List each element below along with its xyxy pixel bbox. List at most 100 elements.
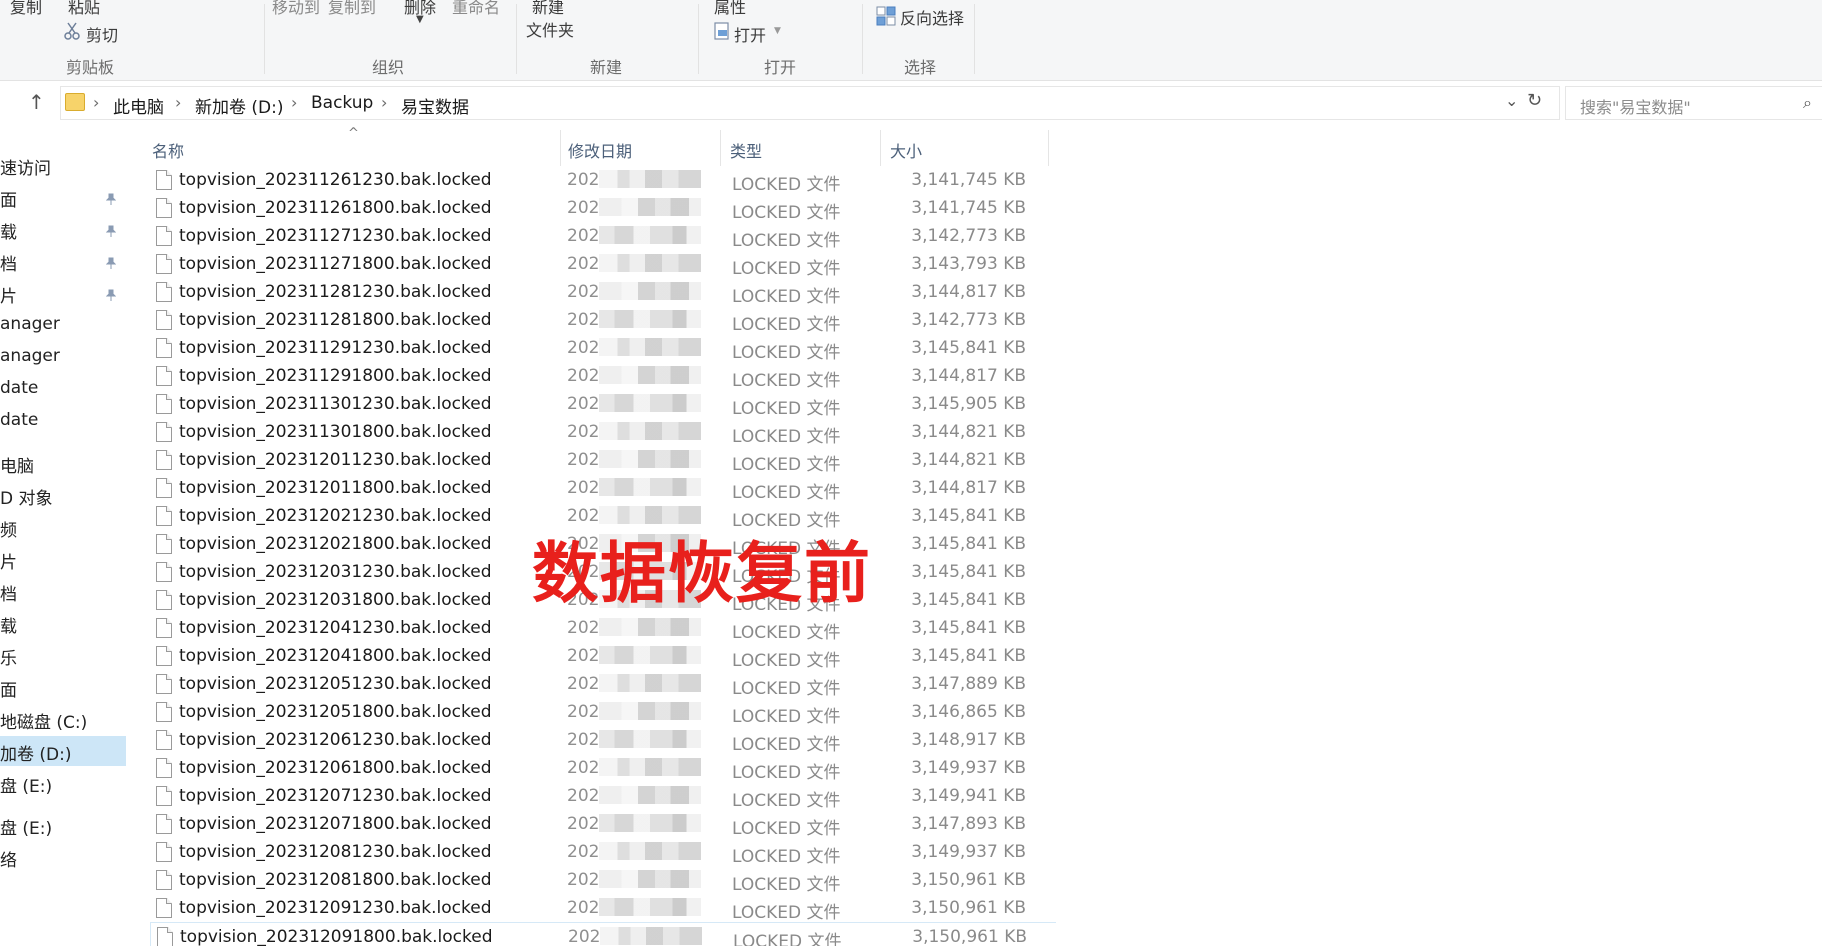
nav-item-documents[interactable]: 档 bbox=[0, 246, 126, 276]
nav-item-folder[interactable]: date bbox=[0, 374, 126, 404]
file-date: 202 bbox=[567, 198, 600, 218]
cut-button[interactable]: 剪切 bbox=[86, 22, 118, 46]
file-type: LOCKED 文件 bbox=[732, 259, 841, 279]
file-size: 3,143,793 KB bbox=[911, 254, 1026, 274]
file-row[interactable]: topvision_202311301230.bak.locked 202 LOCK… bbox=[150, 390, 1056, 419]
file-row[interactable]: topvision_202311261800.bak.locked 202 LOCK… bbox=[150, 194, 1056, 223]
column-header-name[interactable]: 名称 bbox=[152, 138, 184, 162]
nav-item-drive-e[interactable]: 盘 (E:) bbox=[0, 810, 126, 840]
nav-item-folder[interactable]: anager bbox=[0, 342, 126, 372]
nav-item-desktop[interactable]: 面 bbox=[0, 672, 126, 702]
history-dropdown-icon[interactable]: ⌄ bbox=[1505, 91, 1518, 110]
breadcrumb-backup[interactable]: Backup bbox=[311, 93, 373, 113]
file-row[interactable]: topvision_202312091800.bak.locked 202 LOCK… bbox=[150, 922, 1056, 946]
file-date: 202 bbox=[567, 450, 600, 470]
new-folder-button-line1[interactable]: 新建 bbox=[532, 0, 564, 18]
file-row[interactable]: topvision_202312071800.bak.locked 202 LOCK… bbox=[150, 810, 1056, 839]
file-row[interactable]: topvision_202311271800.bak.locked 202 LOCK… bbox=[150, 250, 1056, 279]
file-date: 202 bbox=[567, 842, 600, 862]
file-row[interactable]: topvision_202312061230.bak.locked 202 LOCK… bbox=[150, 726, 1056, 755]
column-header-size[interactable]: 大小 bbox=[890, 138, 922, 162]
file-size: 3,142,773 KB bbox=[911, 310, 1026, 330]
nav-item-pictures[interactable]: 片 bbox=[0, 544, 126, 574]
breadcrumb-chevron-icon[interactable]: › bbox=[175, 93, 181, 112]
copy-to-button[interactable]: 复制到 bbox=[328, 0, 376, 18]
file-type: LOCKED 文件 bbox=[732, 483, 841, 503]
search-input[interactable]: 搜索"易宝数据" bbox=[1580, 94, 1691, 118]
nav-item-folder[interactable]: date bbox=[0, 406, 126, 436]
nav-item-quick-access[interactable]: 速访问 bbox=[0, 150, 126, 180]
invert-selection-button[interactable]: 反向选择 bbox=[900, 5, 964, 29]
nav-item-network[interactable]: 络 bbox=[0, 842, 126, 872]
file-row[interactable]: topvision_202312081800.bak.locked 202 LOCK… bbox=[150, 866, 1056, 895]
search-icon[interactable]: ⌕ bbox=[1803, 93, 1812, 113]
breadcrumb-chevron-icon[interactable]: › bbox=[381, 93, 387, 112]
nav-item-volume-d[interactable]: 加卷 (D:) bbox=[0, 736, 126, 766]
blurred-date bbox=[599, 422, 701, 440]
nav-item-downloads[interactable]: 载 bbox=[0, 608, 126, 638]
rename-button[interactable]: 重命名 bbox=[452, 0, 500, 18]
properties-button[interactable]: 属性 bbox=[714, 0, 746, 18]
breadcrumb-current-folder[interactable]: 易宝数据 bbox=[401, 93, 469, 118]
nav-item-downloads[interactable]: 载 bbox=[0, 214, 126, 244]
new-folder-button-line2[interactable]: 文件夹 bbox=[526, 17, 574, 41]
column-divider[interactable] bbox=[560, 130, 561, 166]
address-bar[interactable]: › 此电脑 › 新加卷 (D:) › Backup › 易宝数据 ⌄ ↻ bbox=[60, 86, 1560, 120]
nav-item-pictures[interactable]: 片 bbox=[0, 278, 126, 308]
file-row[interactable]: topvision_202311261230.bak.locked 202 LOCK… bbox=[150, 166, 1056, 195]
file-row[interactable]: topvision_202311271230.bak.locked 202 LOCK… bbox=[150, 222, 1056, 251]
file-type: LOCKED 文件 bbox=[732, 875, 841, 895]
blurred-date bbox=[599, 702, 701, 720]
nav-item-desktop[interactable]: 面 bbox=[0, 182, 126, 212]
nav-item-local-disk-c[interactable]: 地磁盘 (C:) bbox=[0, 704, 126, 734]
file-icon bbox=[156, 366, 172, 386]
search-box[interactable]: 搜索"易宝数据" ⌕ bbox=[1565, 86, 1822, 120]
nav-item-documents[interactable]: 档 bbox=[0, 576, 126, 606]
nav-item-videos[interactable]: 频 bbox=[0, 512, 126, 542]
refresh-icon[interactable]: ↻ bbox=[1527, 90, 1542, 111]
file-row[interactable]: topvision_202312041800.bak.locked 202 LOCK… bbox=[150, 642, 1056, 671]
breadcrumb-this-pc[interactable]: 此电脑 bbox=[113, 93, 164, 118]
move-to-button[interactable]: 移动到 bbox=[272, 0, 320, 18]
breadcrumb-chevron-icon[interactable]: › bbox=[291, 93, 297, 112]
file-row[interactable]: topvision_202311281230.bak.locked 202 LOCK… bbox=[150, 278, 1056, 307]
nav-item-this-pc[interactable]: 电脑 bbox=[0, 448, 126, 478]
column-divider[interactable] bbox=[1048, 130, 1049, 166]
up-arrow-icon[interactable]: ↑ bbox=[28, 90, 45, 114]
file-row[interactable]: topvision_202311281800.bak.locked 202 LOCK… bbox=[150, 306, 1056, 335]
nav-item-3d-objects[interactable]: D 对象 bbox=[0, 480, 126, 510]
copy-button[interactable]: 复制 bbox=[10, 0, 42, 18]
column-divider[interactable] bbox=[880, 130, 881, 166]
ribbon-divider bbox=[862, 4, 863, 74]
file-row[interactable]: topvision_202312061800.bak.locked 202 LOCK… bbox=[150, 754, 1056, 783]
file-row[interactable]: topvision_202312081230.bak.locked 202 LOCK… bbox=[150, 838, 1056, 867]
breadcrumb-drive-d[interactable]: 新加卷 (D:) bbox=[195, 93, 284, 118]
file-row[interactable]: topvision_202312051800.bak.locked 202 LOCK… bbox=[150, 698, 1056, 727]
file-date: 202 bbox=[568, 927, 601, 946]
breadcrumb-chevron-icon[interactable]: › bbox=[93, 93, 99, 112]
column-header-date[interactable]: 修改日期 bbox=[568, 138, 632, 162]
open-button[interactable]: 打开 bbox=[734, 22, 766, 46]
file-row[interactable]: topvision_202312011800.bak.locked 202 LOCK… bbox=[150, 474, 1056, 503]
paste-button[interactable]: 粘贴 bbox=[68, 0, 100, 18]
file-name: topvision_202312061800.bak.locked bbox=[179, 758, 492, 778]
column-divider[interactable] bbox=[720, 130, 721, 166]
file-row[interactable]: topvision_202312041230.bak.locked 202 LOCK… bbox=[150, 614, 1056, 643]
file-icon bbox=[156, 758, 172, 778]
nav-item-drive-e[interactable]: 盘 (E:) bbox=[0, 768, 126, 798]
nav-item-music[interactable]: 乐 bbox=[0, 640, 126, 670]
file-row[interactable]: topvision_202311291230.bak.locked 202 LOCK… bbox=[150, 334, 1056, 363]
file-row[interactable]: topvision_202312011230.bak.locked 202 LOCK… bbox=[150, 446, 1056, 475]
file-row[interactable]: topvision_202311301800.bak.locked 202 LOCK… bbox=[150, 418, 1056, 447]
nav-item-label: 面 bbox=[0, 191, 17, 211]
file-type: LOCKED 文件 bbox=[732, 903, 841, 923]
nav-item-folder[interactable]: anager bbox=[0, 310, 126, 340]
column-header-type[interactable]: 类型 bbox=[730, 138, 762, 162]
file-row[interactable]: topvision_202311291800.bak.locked 202 LOCK… bbox=[150, 362, 1056, 391]
file-row[interactable]: topvision_202312071230.bak.locked 202 LOCK… bbox=[150, 782, 1056, 811]
open-icon bbox=[714, 22, 730, 40]
blurred-date bbox=[599, 898, 701, 916]
file-type: LOCKED 文件 bbox=[732, 735, 841, 755]
file-row[interactable]: topvision_202312051230.bak.locked 202 LOCK… bbox=[150, 670, 1056, 699]
file-row[interactable]: topvision_202312091230.bak.locked 202 LOCK… bbox=[150, 894, 1056, 923]
